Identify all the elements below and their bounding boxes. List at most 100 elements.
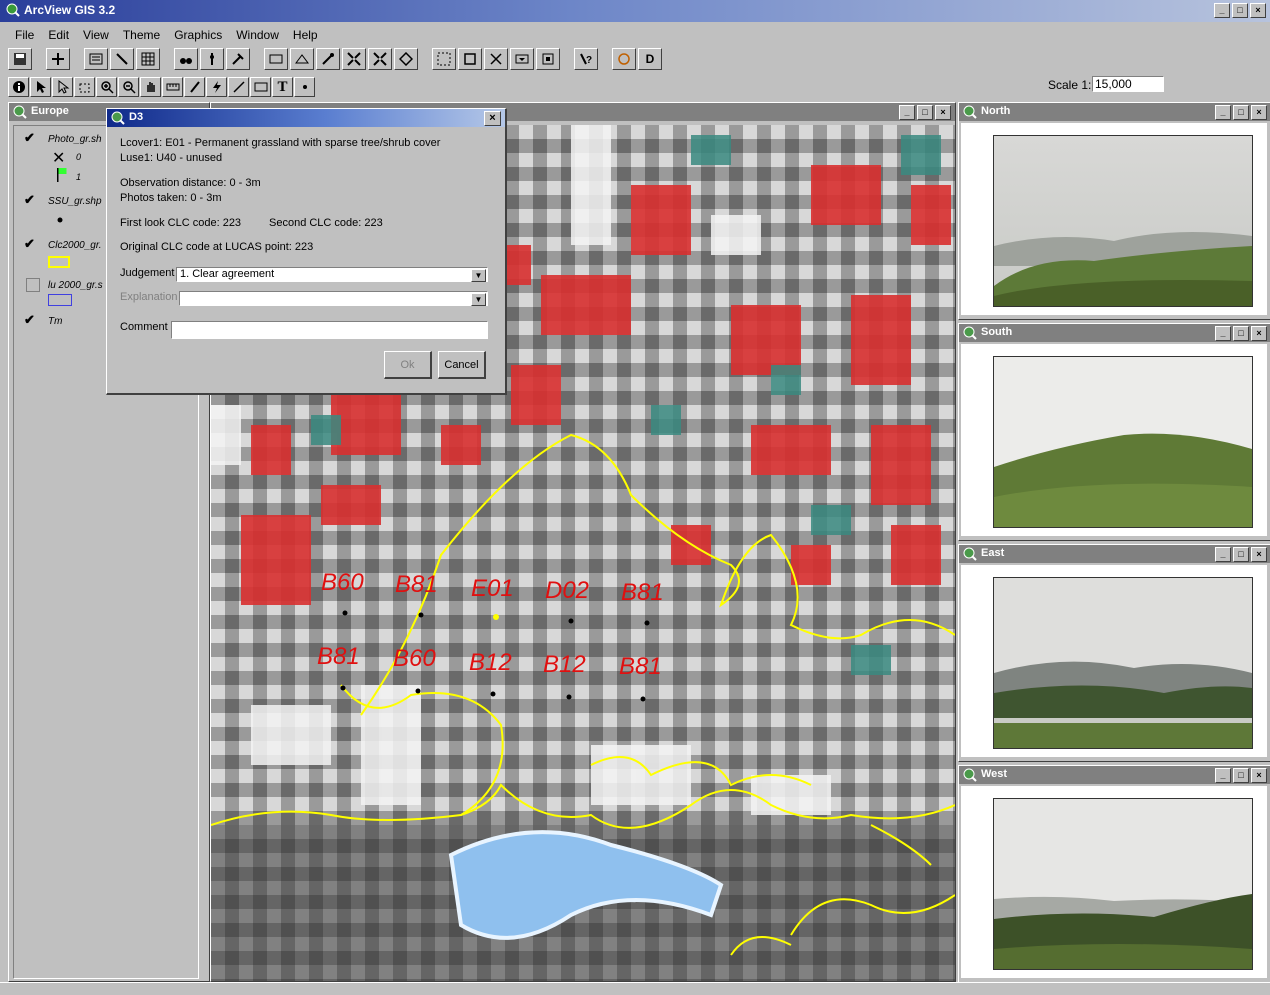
pan-tool[interactable] [140,77,161,97]
draw-tool[interactable] [294,77,315,97]
zoom-previous-button[interactable] [394,48,418,70]
ok-button[interactable]: Ok [384,351,432,379]
query-builder-button[interactable] [226,48,250,70]
menu-view[interactable]: View [76,26,116,46]
zoom-full-extent-button[interactable] [264,48,288,70]
app-minimize-button[interactable]: _ [1214,3,1230,18]
identify-tool[interactable] [8,77,29,97]
app-titlebar[interactable]: ArcView GIS 3.2 _ □ × [0,0,1270,22]
dialog-titlebar[interactable]: D3 × [107,109,505,127]
theme-label-tm[interactable]: Tm [48,316,62,327]
comment-input[interactable] [171,321,488,339]
find-button[interactable] [174,48,198,70]
photo-north-maximize-button[interactable]: □ [1233,105,1249,120]
photo-west-body [961,786,1267,978]
vertex-edit-tool[interactable] [52,77,73,97]
scale-label: Scale 1: [1048,78,1092,92]
theme-checkbox-lu2000[interactable] [26,278,40,292]
locate-button[interactable] [200,48,224,70]
map-close-button[interactable]: × [935,105,951,120]
info-icon [12,81,25,93]
select-feature-tool[interactable] [74,77,95,97]
photo-north-close-button[interactable]: × [1251,105,1267,120]
photo-east-titlebar[interactable]: East _ □ × [959,545,1270,563]
lcover-text: Lcover1: E01 - Permanent grassland with … [120,137,441,149]
open-table-button[interactable] [136,48,160,70]
photo-west-close-button[interactable]: × [1251,768,1267,783]
d-button[interactable]: D [638,48,662,70]
photo-west-maximize-button[interactable]: □ [1233,768,1249,783]
theme-checkbox-ssu[interactable]: ✔ [24,192,35,208]
edit-legend-button[interactable] [110,48,134,70]
dot-icon [302,85,307,89]
theme-properties-button[interactable] [84,48,108,70]
photo-east-minimize-button[interactable]: _ [1215,547,1231,562]
photo-globe-icon [963,768,977,782]
vertex-pointer-icon [58,80,69,94]
photo-north-minimize-button[interactable]: _ [1215,105,1231,120]
explanation-select[interactable]: ▼ [179,291,488,306]
zoom-selected-button[interactable] [316,48,340,70]
theme-checkbox-tm[interactable]: ✔ [24,312,35,328]
theme-checkbox-clc2000[interactable]: ✔ [24,236,35,252]
zoom-full-icon [269,54,283,64]
app-maximize-button[interactable]: □ [1232,3,1248,18]
photo-east-maximize-button[interactable]: □ [1233,547,1249,562]
photo-east-close-button[interactable]: × [1251,547,1267,562]
text-tool[interactable]: T [272,77,293,97]
photo-south-close-button[interactable]: × [1251,326,1267,341]
chevron-down-icon[interactable]: ▼ [471,269,486,282]
menu-edit[interactable]: Edit [41,26,76,46]
app-close-button[interactable]: × [1250,3,1266,18]
photo-west-titlebar[interactable]: West _ □ × [959,766,1270,784]
label-tool[interactable] [250,77,271,97]
menu-window[interactable]: Window [229,26,286,46]
theme-label-photo[interactable]: Photo_gr.sh [48,134,102,145]
zoom-active-themes-button[interactable] [290,48,314,70]
zoom-out-tool[interactable] [118,77,139,97]
cancel-button[interactable]: Cancel [438,351,486,379]
theme-label-lu2000[interactable]: lu 2000_gr.s [48,280,103,291]
svg-text:?: ? [586,55,592,66]
zoom-in-fixed-button[interactable] [342,48,366,70]
select-features-button[interactable] [432,48,456,70]
save-project-button[interactable] [8,48,32,70]
help-button[interactable]: ? [574,48,598,70]
photo-window-north: North _ □ × [958,102,1270,320]
photo-south-minimize-button[interactable]: _ [1215,326,1231,341]
theme-label-ssu[interactable]: SSU_gr.shp [48,196,102,207]
hotlink-tool[interactable] [184,77,205,97]
map-maximize-button[interactable]: □ [917,105,933,120]
theme-checkbox-photo[interactable]: ✔ [24,130,35,146]
clear-selection-button[interactable] [484,48,508,70]
menu-graphics[interactable]: Graphics [167,26,229,46]
judgement-select[interactable]: 1. Clear agreement ▼ [176,267,488,282]
dialog-close-button[interactable]: × [484,111,501,126]
map-minimize-button[interactable]: _ [899,105,915,120]
menu-file[interactable]: File [8,26,41,46]
photo-south-titlebar[interactable]: South _ □ × [959,324,1270,342]
add-theme-button[interactable] [46,48,70,70]
auto-label-icon [515,54,529,64]
menu-theme[interactable]: Theme [116,26,167,46]
scale-input[interactable]: 15,000 [1092,76,1164,92]
chevron-down-icon[interactable]: ▼ [471,293,486,306]
hotlink-button[interactable] [612,48,636,70]
zoom-in-tool[interactable] [96,77,117,97]
remove-labels-button[interactable] [536,48,560,70]
theme-label-clc2000[interactable]: Clc2000_gr. [48,240,102,251]
photo-west-minimize-button[interactable]: _ [1215,768,1231,783]
menu-help[interactable]: Help [286,26,325,46]
measure-tool[interactable] [162,77,183,97]
ssu-point [568,618,574,624]
pointer-tool[interactable] [30,77,51,97]
select-none-button[interactable] [458,48,482,70]
auto-label-button[interactable] [510,48,534,70]
zoom-previous-icon [399,52,413,66]
photo-north-titlebar[interactable]: North _ □ × [959,103,1270,121]
area-of-interest-tool[interactable] [206,77,227,97]
zoom-out-fixed-button[interactable] [368,48,392,70]
draw-point-tool[interactable] [228,77,249,97]
photo-south-maximize-button[interactable]: □ [1233,326,1249,341]
photos-taken-text: Photos taken: 0 - 3m [120,192,222,204]
